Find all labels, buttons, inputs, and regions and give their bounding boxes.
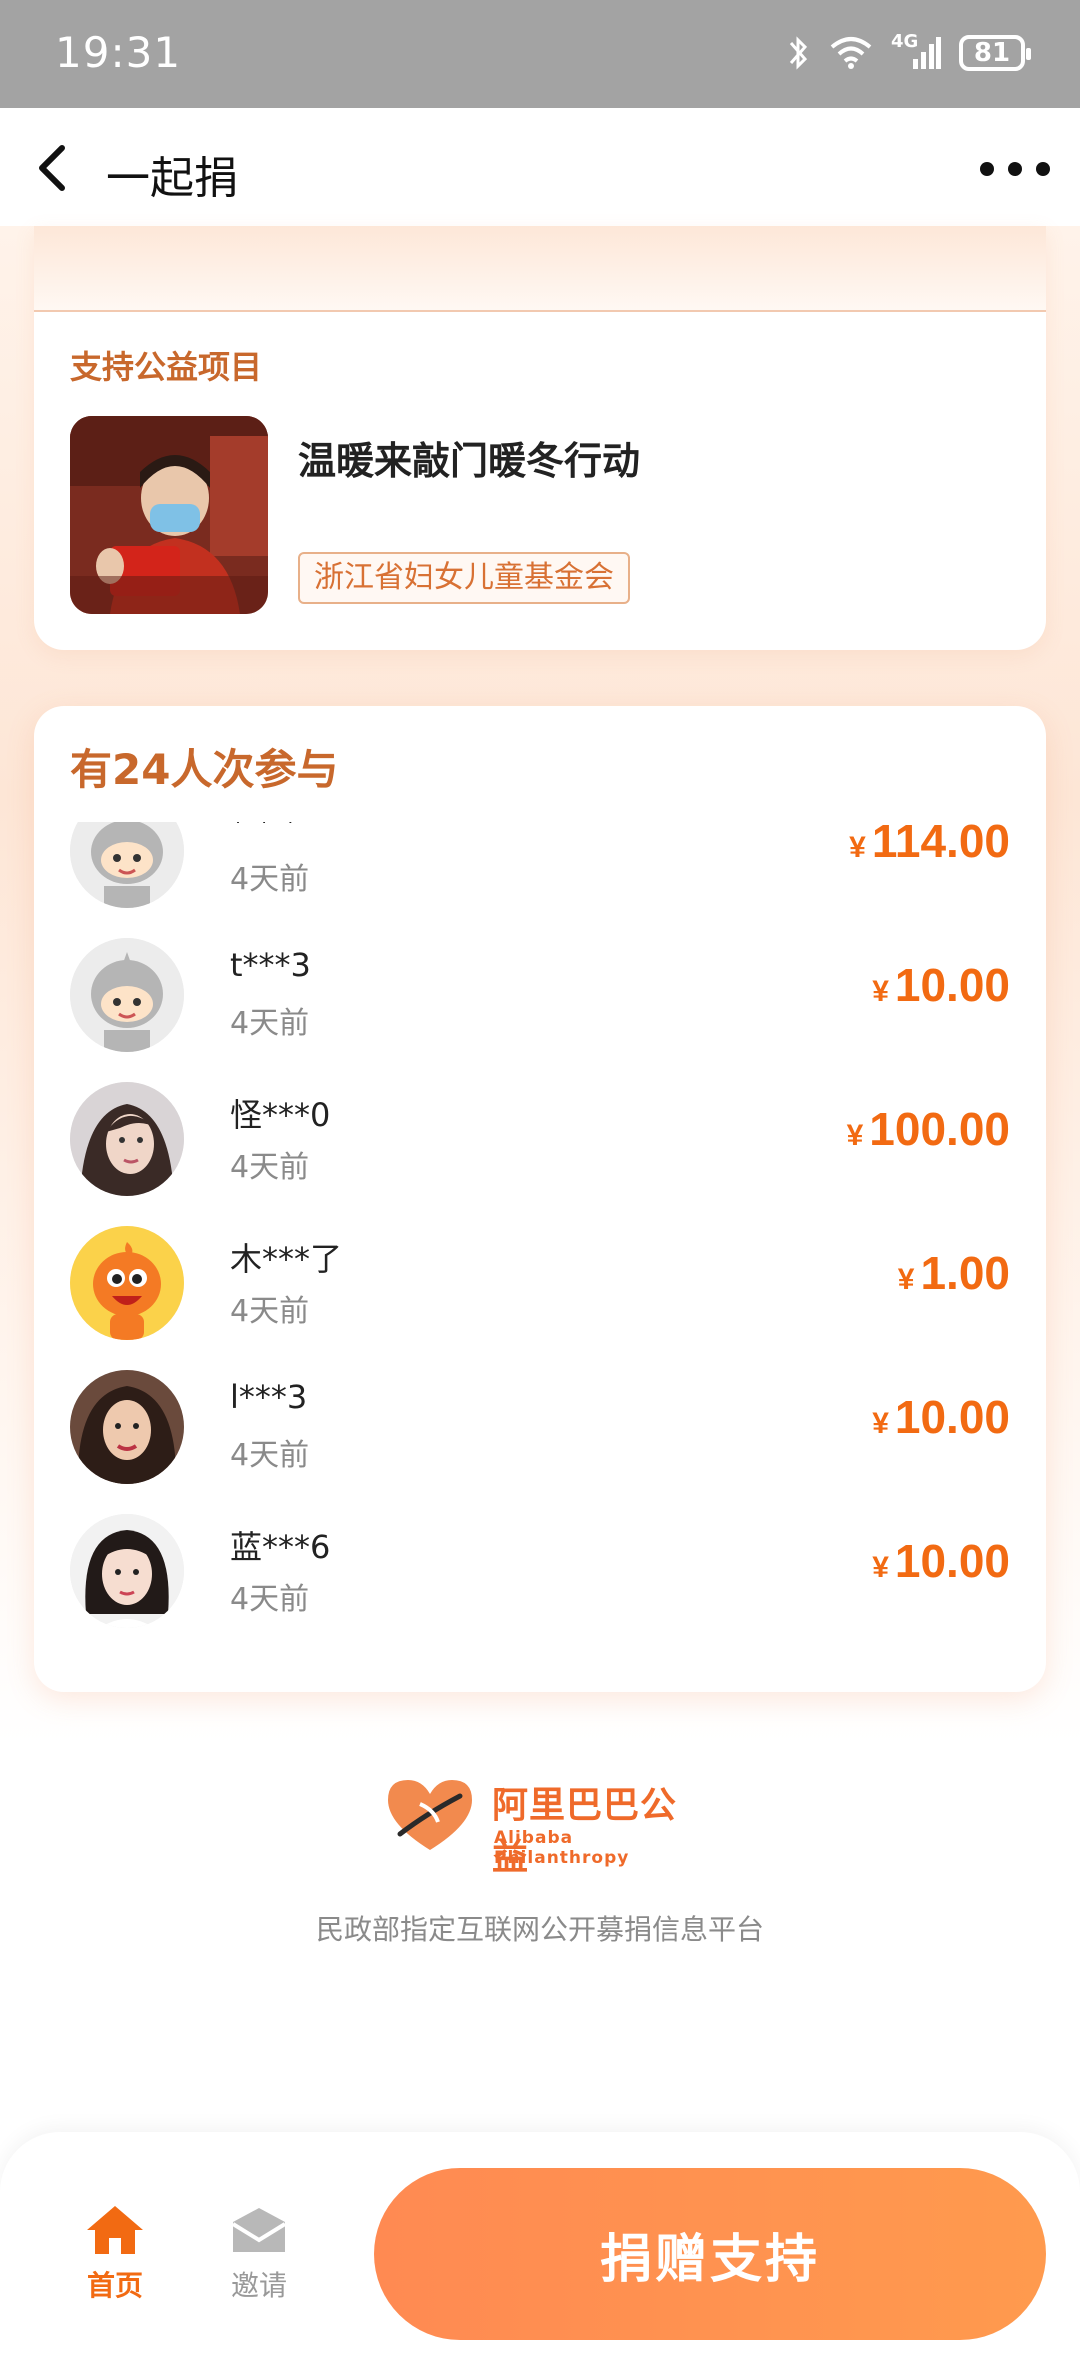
donor-name: * * * [230,822,298,840]
heart-logo-icon [388,1780,472,1850]
envelope-icon [231,2208,287,2252]
photo-avatar-icon [70,1370,184,1484]
amount-value: 114.00 [871,822,1010,867]
currency-symbol: ¥ [846,1119,864,1152]
currency-symbol: ¥ [872,1407,889,1440]
status-time: 19:31 [55,28,182,77]
photo-avatar-icon [70,1082,184,1196]
logo-english-text: Alibaba Philanthropy [494,1828,630,1868]
donor-amount: ¥100.00 [847,1102,1010,1156]
donor-amount: ¥10.00 [872,1534,1010,1588]
donor-amount: ¥10.00 [872,1390,1010,1444]
bluetooth-icon [789,36,808,70]
more-menu-button[interactable] [980,152,1050,186]
participants-card: 有24人次参与 * * * 4天前 [34,706,1046,1692]
donor-amount: ¥1.00 [898,1246,1010,1300]
donor-time: 4天前 [230,862,310,897]
orange-mascot-avatar-icon [70,1226,184,1340]
bottom-action-bar: 首页 邀请 捐赠支持 [0,2132,1080,2375]
donor-time: 4天前 [230,1582,310,1617]
organization-tag: 浙江省妇女儿童基金会 [298,552,630,604]
amount-value: 10.00 [894,1535,1010,1587]
currency-symbol: ¥ [872,1551,889,1584]
wifi-icon [830,37,872,69]
participants-count-title: 有24人次参与 [70,745,339,794]
project-thumbnail[interactable] [70,416,268,614]
currency-symbol: ¥ [897,1263,915,1296]
donor-name: l***3 [230,1378,308,1416]
donor-list[interactable]: * * * 4天前 ¥114.00 [34,822,1046,1662]
amount-value: 10.00 [894,959,1010,1011]
platform-note: 民政部指定互联网公开募捐信息平台 [315,1913,764,1946]
amount-value: 1.00 [920,1247,1010,1299]
dot-icon [1036,162,1050,176]
donor-name: 蓝***6 [230,1528,331,1566]
back-arrow-icon[interactable] [30,140,80,196]
donor-name: t***3 [230,946,311,984]
section-label: 支持公益项目 [70,348,263,386]
donor-name: 怪***0 [230,1096,331,1134]
donor-amount: ¥10.00 [872,958,1010,1012]
amount-value: 100.00 [869,1103,1010,1155]
donor-time: 4天前 [230,1438,310,1473]
donor-row: t***3 4天前 ¥10.00 [34,914,1046,1058]
amount-value: 10.00 [894,1391,1010,1443]
robot-gray-avatar-icon [70,822,184,908]
alibaba-philanthropy-logo: 阿里巴巴公益 Alibaba Philanthropy [380,1770,710,1878]
status-icons: 4G 81 [787,30,1031,76]
currency-symbol: ¥ [872,975,889,1008]
dot-icon [980,162,994,176]
battery-icon: 81 [959,35,1031,71]
robot-gray-avatar-icon [70,938,184,1052]
project-title[interactable]: 温暖来敲门暖冬行动 [298,430,640,485]
dot-icon [1008,162,1022,176]
status-bar: 19:31 4G 81 [0,0,1080,108]
tab-home-label: 首页 [86,2269,143,2302]
page-title: 一起捐 [106,153,238,204]
donor-row: 蓝***6 4天前 ¥10.00 [34,1490,1046,1634]
cellular-signal-icon: 4G [891,31,941,71]
currency-symbol: ¥ [849,831,866,864]
donor-row: 怪***0 4天前 ¥100.00 [34,1058,1046,1202]
donor-row: 木***了 4天前 ¥1.00 [34,1202,1046,1346]
donor-time: 4天前 [230,1294,310,1329]
donor-time: 4天前 [230,1006,310,1041]
donor-row: * * * 4天前 ¥114.00 [34,822,1046,914]
child-photo-icon [70,416,268,614]
donor-row: l***3 4天前 ¥10.00 [34,1346,1046,1490]
tab-invite-label: 邀请 [230,2269,287,2302]
photo-avatar-icon [70,1514,184,1628]
donor-amount: ¥114.00 [849,822,1010,868]
donor-name: 木***了 [230,1240,343,1278]
donor-time: 4天前 [230,1150,310,1185]
donate-button[interactable]: 捐赠支持 [374,2168,1046,2340]
home-icon [87,2206,143,2254]
nav-bar: 一起捐 [0,108,1080,226]
project-card: 支持公益项目 温暖来敲门暖冬行动 浙江省妇女儿童基金会 [34,226,1046,650]
tab-home[interactable]: 首页 [60,2204,170,2314]
card-header-fade [34,226,1046,312]
tab-invite[interactable]: 邀请 [204,2204,314,2314]
